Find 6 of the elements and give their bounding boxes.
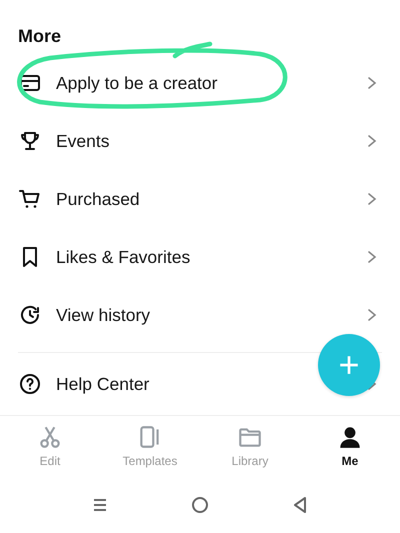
menu-item[interactable]: Purchased [0,170,400,228]
menu-item[interactable]: Apply to be a creator [0,54,400,112]
tab[interactable]: Me [305,424,395,472]
section-title: More [17,25,62,48]
menu-item[interactable]: Likes & Favorites [0,228,400,286]
menu-item[interactable]: Events [0,112,400,170]
